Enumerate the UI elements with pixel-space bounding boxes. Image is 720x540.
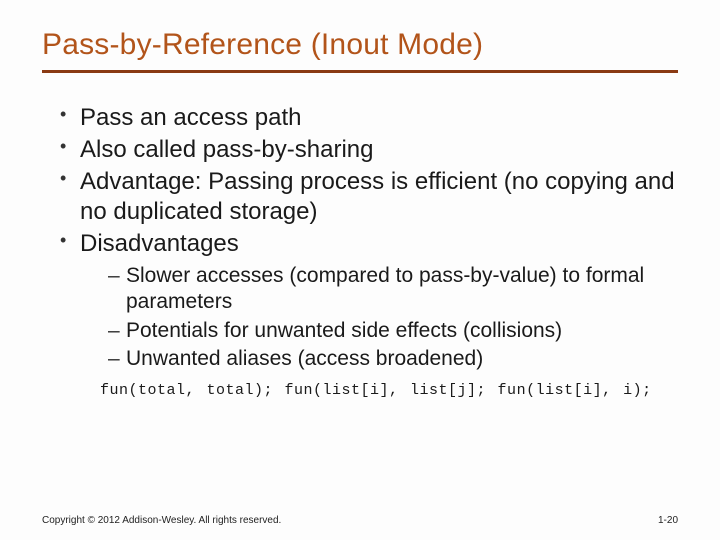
bullet-item: Also called pass-by-sharing <box>60 135 678 165</box>
slide-title: Pass-by-Reference (Inout Mode) <box>42 28 678 62</box>
sub-bullet-item: Unwanted aliases (access broadened) <box>108 346 678 372</box>
bullet-label: Disadvantages <box>80 230 239 257</box>
sub-bullet-list: Slower accesses (compared to pass-by-val… <box>80 263 678 372</box>
bullet-item: Disadvantages Slower accesses (compared … <box>60 229 678 372</box>
sub-bullet-item: Potentials for unwanted side effects (co… <box>108 318 678 344</box>
bullet-item: Advantage: Passing process is efficient … <box>60 167 678 227</box>
code-example: fun(total, total); fun(list[i], list[j];… <box>100 382 678 399</box>
bullet-item: Pass an access path <box>60 103 678 133</box>
bullet-list: Pass an access path Also called pass-by-… <box>42 103 678 372</box>
slide: Pass-by-Reference (Inout Mode) Pass an a… <box>0 0 720 540</box>
copyright-text: Copyright © 2012 Addison-Wesley. All rig… <box>42 515 281 526</box>
page-number: 1-20 <box>658 515 678 526</box>
title-rule <box>42 70 678 73</box>
sub-bullet-item: Slower accesses (compared to pass-by-val… <box>108 263 678 316</box>
footer: Copyright © 2012 Addison-Wesley. All rig… <box>42 515 678 526</box>
